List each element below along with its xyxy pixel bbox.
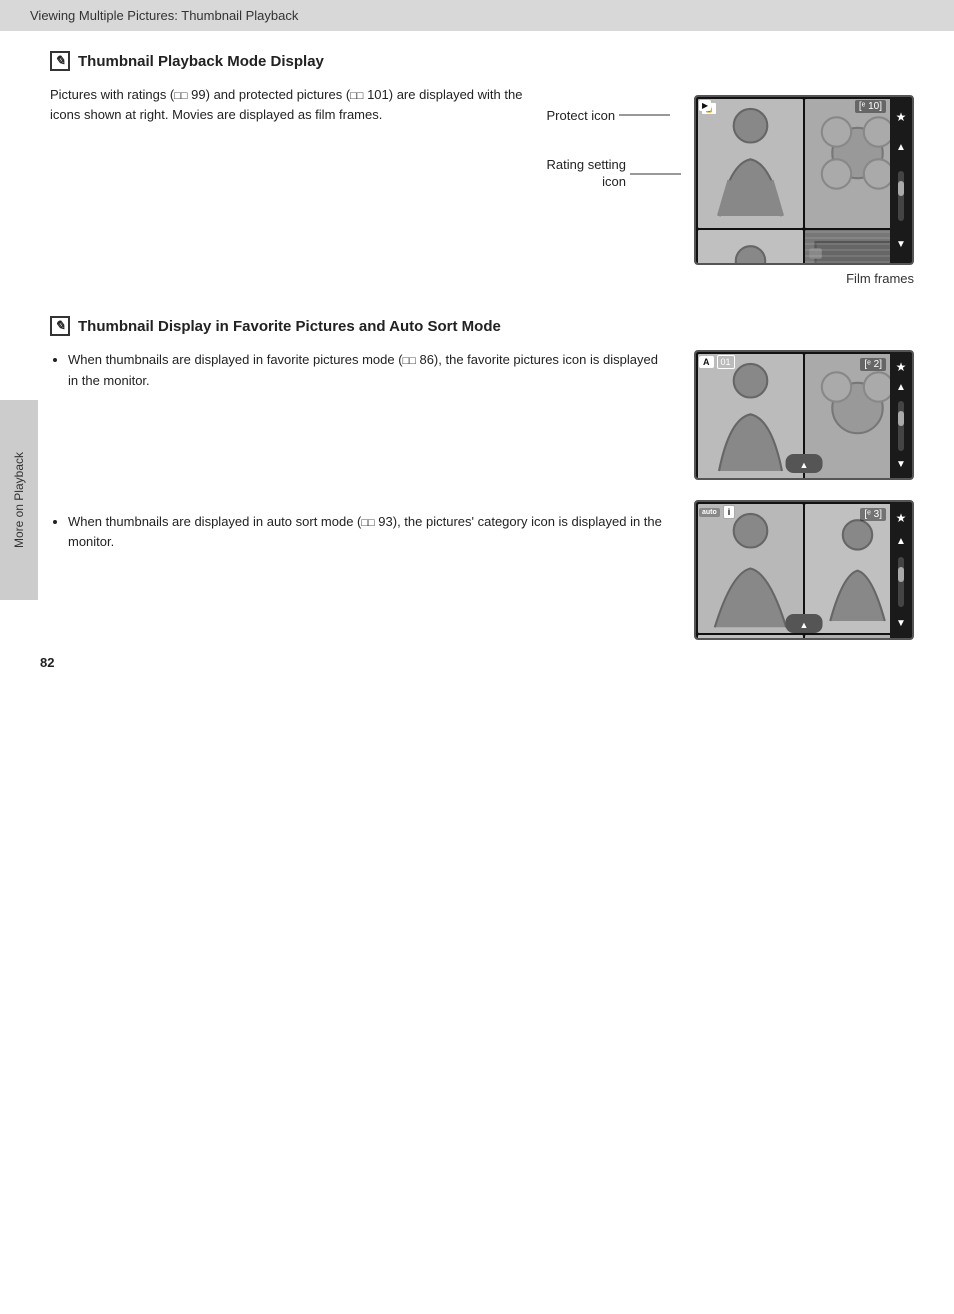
- section1-title-row: ✎ Thumbnail Playback Mode Display: [50, 51, 914, 71]
- lcd3-category-icon: i: [723, 505, 736, 519]
- section2-content: When thumbnails are displayed in favorit…: [50, 350, 914, 640]
- lcd1-counter: [ᵉ 10]: [855, 100, 886, 113]
- lcd3-cell-bl: [698, 635, 803, 640]
- section1-labels: Protect icon Rating settingicon: [547, 95, 687, 191]
- lcd3-scrollbar: [898, 557, 904, 607]
- bullet2: When thumbnails are displayed in auto so…: [68, 512, 664, 554]
- rating-icon-arrow: [626, 164, 686, 184]
- lcd3-arrow-down: ▼: [896, 618, 906, 629]
- section2-bullets: When thumbnails are displayed in favorit…: [50, 350, 664, 563]
- section2-diagrams: ★ ▲ ▼ A 01 [ᵉ 2]: [694, 350, 914, 640]
- header-title: Viewing Multiple Pictures: Thumbnail Pla…: [30, 8, 298, 23]
- lcd1-top-bar: ▶: [699, 100, 711, 111]
- bullet-list: When thumbnails are displayed in favorit…: [50, 350, 664, 553]
- lcd-star-icon: ★: [896, 110, 907, 124]
- lcd1-counter-text: [ᵉ 10]: [855, 100, 886, 113]
- section2-title: Thumbnail Display in Favorite Pictures a…: [78, 318, 501, 335]
- lcd3-auto-icon: auto: [699, 508, 720, 517]
- section2-title-row: ✎ Thumbnail Display in Favorite Pictures…: [50, 316, 914, 336]
- lcd3-star: ★: [896, 511, 907, 525]
- section1-content: Pictures with ratings (□□ 99) and protec…: [50, 85, 914, 286]
- lcd2-top-icons: A 01: [699, 355, 735, 369]
- lcd-screen-3: ★ ▲ ▼ auto i [ᵉ 3]: [694, 500, 914, 640]
- lcd3-arrow-up: ▲: [896, 536, 906, 547]
- section2-note-icon: ✎: [50, 316, 70, 336]
- lcd3-btn-icon: ▲: [800, 620, 809, 630]
- lcd-grid-1: 🔒: [696, 97, 912, 263]
- film-frames-label: Film frames: [694, 271, 914, 286]
- lcd3-top-icons: auto i: [699, 505, 735, 519]
- person-svg-tl: [698, 99, 803, 228]
- lcd-screen-2: ★ ▲ ▼ A 01 [ᵉ 2]: [694, 350, 914, 480]
- section1-diagram-area: Protect icon Rating settingicon: [547, 95, 915, 286]
- lcd-cell-tl: 🔒: [698, 99, 803, 228]
- lcd2-scrollbar: [898, 401, 904, 451]
- rating-icon-label-row: Rating settingicon: [547, 157, 687, 191]
- page-header: Viewing Multiple Pictures: Thumbnail Pla…: [0, 0, 954, 31]
- page-number: 82: [40, 655, 54, 670]
- rating-icon-label: Rating settingicon: [547, 157, 627, 191]
- protect-icon-label: Protect icon: [547, 108, 616, 123]
- lcd-screen-1: 🔒: [694, 95, 914, 265]
- lcd3-counter: [ᵉ 3]: [860, 505, 886, 520]
- lcd-diagram-3: ★ ▲ ▼ auto i [ᵉ 3]: [694, 500, 914, 640]
- sidebar-label: More on Playback: [12, 452, 26, 548]
- bullet1: When thumbnails are displayed in favorit…: [68, 350, 664, 392]
- lcd-arrow-down: ▼: [896, 239, 906, 250]
- lcd3-bottom-btn: ▲: [786, 614, 823, 633]
- lcd2-arrow-up: ▲: [896, 382, 906, 393]
- lcd-arrow-up: ▲: [896, 142, 906, 153]
- section1-title: Thumbnail Playback Mode Display: [78, 53, 324, 70]
- lcd2-counter-text: [ᵉ 2]: [860, 358, 886, 371]
- bullet2-text: When thumbnails are displayed in auto so…: [68, 514, 662, 550]
- lcd3-child-bl: [698, 635, 803, 640]
- lcd2-bottom-btn: ▲: [786, 454, 823, 473]
- lcd-cell-bl: ★: [698, 230, 803, 265]
- lcd2-btn-icon: ▲: [800, 460, 809, 470]
- lcd2-star: ★: [896, 360, 907, 374]
- section1: ✎ Thumbnail Playback Mode Display Pictur…: [50, 51, 914, 286]
- section2: ✎ Thumbnail Display in Favorite Pictures…: [50, 316, 914, 640]
- sidebar-tab: More on Playback: [0, 400, 38, 600]
- lcd3-woman-tl: [698, 504, 803, 633]
- protect-icon-arrow: [615, 105, 675, 125]
- lcd2-counter: [ᵉ 2]: [860, 355, 886, 370]
- bullet1-text: When thumbnails are displayed in favorit…: [68, 352, 658, 388]
- lcd2-counter-icon: 01: [717, 355, 735, 369]
- lcd2-fav-icon: A: [699, 356, 714, 368]
- lcd-sidebar-1: ★ ▲ ▼: [890, 97, 912, 263]
- lcd1-play-icon: ▶: [699, 100, 711, 111]
- lcd2-arrow-down: ▼: [896, 459, 906, 470]
- lcd-sidebar-3: ★ ▲ ▼: [890, 502, 912, 638]
- lcd-diagram-1: 🔒: [694, 95, 914, 286]
- section1-body: Pictures with ratings (□□ 99) and protec…: [50, 85, 527, 124]
- lcd-sidebar-2: ★ ▲ ▼: [890, 352, 912, 478]
- section1-note-icon: ✎: [50, 51, 70, 71]
- protect-icon-label-row: Protect icon: [547, 105, 687, 125]
- lcd3-cell-tl: [698, 504, 803, 633]
- lcd-inner-1: 🔒: [696, 97, 912, 263]
- child-svg: [698, 230, 803, 265]
- lcd-scrollbar: [898, 171, 904, 221]
- section1-text: Pictures with ratings (□□ 99) and protec…: [50, 85, 527, 124]
- lcd-diagram-2: ★ ▲ ▼ A 01 [ᵉ 2]: [694, 350, 914, 480]
- lcd3-counter-text: [ᵉ 3]: [860, 508, 886, 521]
